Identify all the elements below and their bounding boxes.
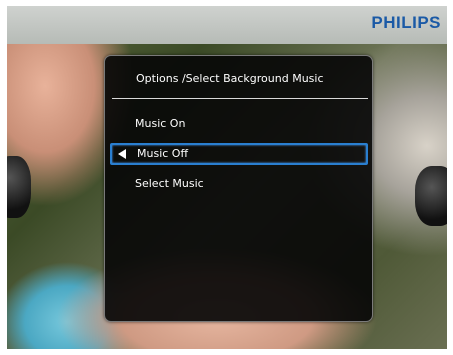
- menu-item-music-on[interactable]: Music On: [110, 115, 364, 133]
- options-dialog: Options /Select Background Music Music O…: [104, 55, 373, 322]
- menu-item-select-music[interactable]: Select Music: [110, 175, 364, 193]
- dumbbell-weight-right: [415, 166, 447, 226]
- photo-background: PHILIPS Options /Select Background Music…: [7, 6, 447, 349]
- title-divider: [112, 98, 368, 99]
- menu-item-label: Select Music: [135, 177, 204, 190]
- dumbbell-weight-left: [7, 156, 31, 218]
- dialog-title: Options /Select Background Music: [136, 72, 324, 85]
- menu-item-label: Music On: [135, 117, 186, 130]
- menu-item-music-off[interactable]: Music Off: [110, 143, 368, 165]
- menu-item-label: Music Off: [137, 147, 189, 160]
- philips-logo: PHILIPS: [371, 13, 441, 32]
- left-arrow-icon: [118, 149, 126, 159]
